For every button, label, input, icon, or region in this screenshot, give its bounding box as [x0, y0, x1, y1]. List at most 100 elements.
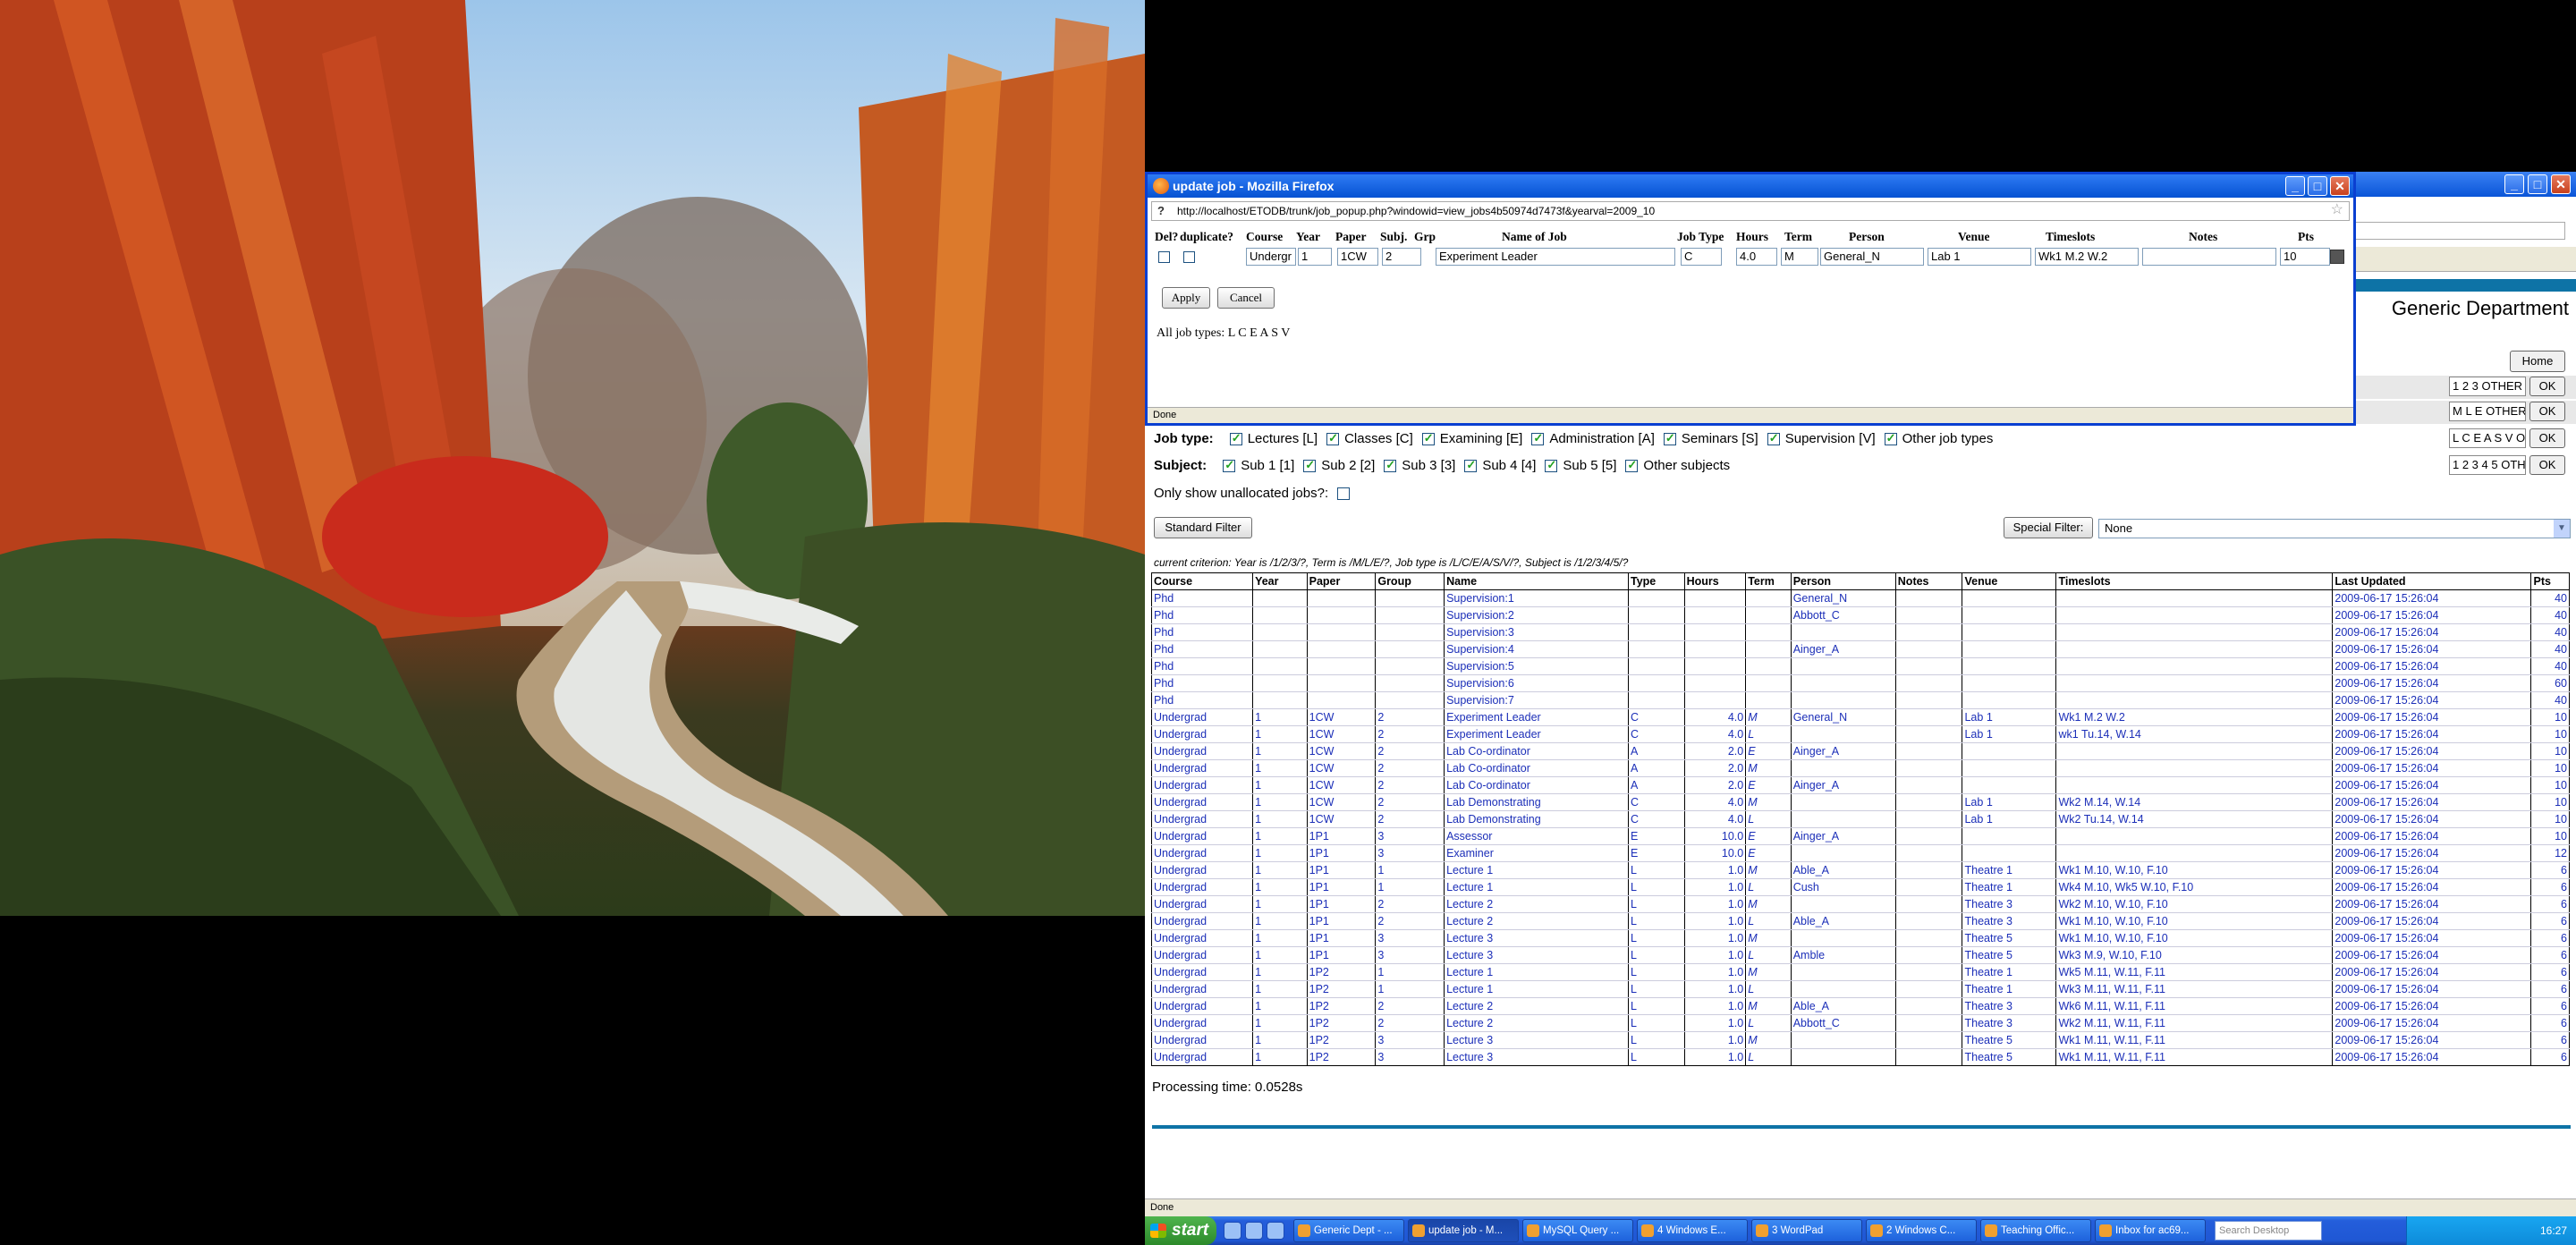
jobtype-filter-input[interactable]: L C E A S V OTH — [2449, 428, 2526, 448]
paper-field[interactable]: 1CW — [1337, 248, 1378, 266]
show-desktop-icon[interactable] — [1224, 1222, 1241, 1240]
table-row[interactable]: Phd Supervision:4 Ainger_A 2009-06-17 15:26… — [1150, 640, 2570, 658]
maximize-icon[interactable]: □ — [2308, 176, 2327, 196]
col-header-year[interactable]: Year — [1252, 572, 1308, 590]
table-row[interactable]: Undergrad 1 1P1 3 Assessor E 10.0 E Ainger_A 2009… — [1150, 827, 2570, 845]
table-row[interactable]: Undergrad 1 1CW 2 Lab Co-ordinator A 2.0 E Ainge… — [1150, 776, 2570, 794]
taskbar-item[interactable]: MySQL Query ... — [1522, 1219, 1633, 1242]
sub5-checkbox[interactable] — [1545, 458, 1558, 472]
col-header-name[interactable]: Name — [1444, 572, 1629, 590]
term-field[interactable]: M — [1781, 248, 1818, 266]
table-row[interactable]: Undergrad 1 1P2 3 Lecture 3 L 1.0 M Theatre 5 Wk1… — [1150, 1031, 2570, 1049]
table-row[interactable]: Undergrad 1 1CW 2 Experiment Leader C 4.0 L Lab … — [1150, 725, 2570, 743]
clock[interactable]: 16:27 — [2540, 1224, 2567, 1237]
home-button[interactable]: Home — [2510, 351, 2565, 372]
unallocated-checkbox[interactable] — [1337, 487, 1351, 500]
close-icon[interactable]: ✕ — [2551, 174, 2571, 194]
table-row[interactable]: Undergrad 1 1P2 3 Lecture 3 L 1.0 L Theatre 5 Wk1… — [1150, 1048, 2570, 1066]
taskbar-item[interactable]: Inbox for ac69... — [2095, 1219, 2206, 1242]
table-row[interactable]: Phd Supervision:7 2009-06-17 15:26:04 40 — [1150, 691, 2570, 709]
table-row[interactable]: Undergrad 1 1P2 1 Lecture 1 L 1.0 M Theatre 1 Wk5… — [1150, 963, 2570, 981]
course-field[interactable]: Undergr — [1246, 248, 1296, 266]
minimize-icon[interactable]: _ — [2504, 174, 2524, 194]
special-filter-button[interactable]: Special Filter: — [2004, 517, 2093, 538]
col-header-person[interactable]: Person — [1790, 572, 1896, 590]
administration-checkbox[interactable] — [1531, 431, 1545, 445]
sub1-checkbox[interactable] — [1223, 458, 1236, 472]
table-row[interactable]: Undergrad 1 1P1 2 Lecture 2 L 1.0 M Theatre 3 Wk2… — [1150, 895, 2570, 913]
subject-filter-ok-button[interactable]: OK — [2529, 455, 2565, 475]
popup-url-bar[interactable]: ? http://localhost/ETODB/trunk/job_popup… — [1151, 201, 2350, 221]
col-header-pts[interactable]: Pts — [2530, 572, 2570, 590]
table-row[interactable]: Phd Supervision:2 Abbott_C 2009-06-17 15:26… — [1150, 606, 2570, 624]
table-row[interactable]: Undergrad 1 1P2 2 Lecture 2 L 1.0 L Abbott_C Thea… — [1150, 1014, 2570, 1032]
taskbar-item[interactable]: update job - M... — [1408, 1219, 1519, 1242]
col-header-type[interactable]: Type — [1628, 572, 1685, 590]
taskbar-item[interactable]: Generic Dept - ... — [1293, 1219, 1404, 1242]
desktop-search-input[interactable]: Search Desktop — [2215, 1221, 2322, 1241]
grp-field[interactable]: 2 — [1382, 248, 1421, 266]
calendar-icon[interactable] — [2330, 250, 2344, 264]
lectures-checkbox[interactable] — [1229, 431, 1242, 445]
sub3-checkbox[interactable] — [1384, 458, 1397, 472]
table-row[interactable]: Undergrad 1 1CW 2 Lab Co-ordinator A 2.0 M 2009-… — [1150, 759, 2570, 777]
job-name-field[interactable]: Experiment Leader — [1436, 248, 1675, 266]
other-subjects-checkbox[interactable] — [1625, 458, 1639, 472]
col-header-hours[interactable]: Hours — [1683, 572, 1747, 590]
cancel-button[interactable]: Cancel — [1217, 287, 1275, 309]
site-info-icon[interactable]: ? — [1157, 202, 1165, 220]
table-row[interactable]: Undergrad 1 1P1 3 Examiner E 10.0 E 2009-06-17 1… — [1150, 844, 2570, 862]
col-header-timeslots[interactable]: Timeslots — [2055, 572, 2334, 590]
apply-button[interactable]: Apply — [1162, 287, 1210, 309]
firefox-launch-icon[interactable] — [1245, 1222, 1263, 1240]
sub4-checkbox[interactable] — [1464, 458, 1478, 472]
standard-filter-button[interactable]: Standard Filter — [1154, 517, 1252, 538]
examining-checkbox[interactable] — [1421, 431, 1435, 445]
supervision-checkbox[interactable] — [1767, 431, 1780, 445]
taskbar-item[interactable]: Teaching Offic... — [1980, 1219, 2091, 1242]
table-row[interactable]: Undergrad 1 1CW 2 Lab Demonstrating C 4.0 M Lab … — [1150, 793, 2570, 811]
year-filter-ok-button[interactable]: OK — [2529, 377, 2565, 396]
table-row[interactable]: Undergrad 1 1P1 1 Lecture 1 L 1.0 L Cush Theatre … — [1150, 878, 2570, 896]
year-filter-input[interactable]: 1 2 3 OTHER — [2449, 377, 2526, 396]
sub2-checkbox[interactable] — [1303, 458, 1317, 472]
term-filter-ok-button[interactable]: OK — [2529, 402, 2565, 421]
taskbar-item[interactable]: 3 WordPad — [1751, 1219, 1862, 1242]
table-row[interactable]: Undergrad 1 1CW 2 Experiment Leader C 4.0 M Gene… — [1150, 708, 2570, 726]
maximize-icon[interactable]: □ — [2528, 174, 2547, 194]
table-row[interactable]: Undergrad 1 1P1 3 Lecture 3 L 1.0 L Amble Theatre… — [1150, 946, 2570, 964]
delete-checkbox[interactable] — [1158, 251, 1170, 263]
other-jobtypes-checkbox[interactable] — [1884, 431, 1897, 445]
pts-field[interactable]: 10 — [2280, 248, 2330, 266]
venue-field[interactable]: Lab 1 — [1928, 248, 2031, 266]
job-type-field[interactable]: C — [1681, 248, 1722, 266]
table-row[interactable]: Phd Supervision:1 General_N 2009-06-17 15:2… — [1150, 589, 2570, 607]
table-row[interactable]: Undergrad 1 1CW 2 Lab Demonstrating C 4.0 L Lab … — [1150, 810, 2570, 828]
col-header-venue[interactable]: Venue — [1962, 572, 2057, 590]
person-field[interactable]: General_N — [1820, 248, 1924, 266]
table-row[interactable]: Undergrad 1 1CW 2 Lab Co-ordinator A 2.0 E Ainge… — [1150, 742, 2570, 760]
close-icon[interactable]: ✕ — [2330, 176, 2350, 196]
table-row[interactable]: Phd Supervision:3 2009-06-17 15:26:04 40 — [1150, 623, 2570, 641]
hours-field[interactable]: 4.0 — [1736, 248, 1777, 266]
col-header-paper[interactable]: Paper — [1306, 572, 1377, 590]
notes-field[interactable] — [2142, 248, 2276, 266]
minimize-icon[interactable]: _ — [2285, 176, 2305, 196]
timeslots-field[interactable]: Wk1 M.2 W.2 — [2035, 248, 2139, 266]
taskbar-item[interactable]: 4 Windows E... — [1637, 1219, 1748, 1242]
col-header-last-updated[interactable]: Last Updated — [2332, 572, 2532, 590]
col-header-term[interactable]: Term — [1745, 572, 1792, 590]
table-row[interactable]: Phd Supervision:6 2009-06-17 15:26:04 60 — [1150, 674, 2570, 692]
term-filter-input[interactable]: M L E OTHER — [2449, 402, 2526, 421]
col-header-group[interactable]: Group — [1375, 572, 1445, 590]
col-header-notes[interactable]: Notes — [1894, 572, 1963, 590]
col-header-course[interactable]: Course — [1150, 572, 1254, 590]
jobtype-filter-ok-button[interactable]: OK — [2529, 428, 2565, 448]
classes-checkbox[interactable] — [1326, 431, 1340, 445]
chevron-down-icon[interactable]: ▼ — [2554, 520, 2570, 538]
table-row[interactable]: Undergrad 1 1P1 1 Lecture 1 L 1.0 M Able_A Theatr… — [1150, 861, 2570, 879]
special-filter-select[interactable]: None ▼ — [2098, 519, 2571, 538]
start-button[interactable]: start — [1145, 1216, 1216, 1245]
table-row[interactable]: Undergrad 1 1P1 2 Lecture 2 L 1.0 L Able_A Theatr… — [1150, 912, 2570, 930]
year-field[interactable]: 1 — [1298, 248, 1332, 266]
